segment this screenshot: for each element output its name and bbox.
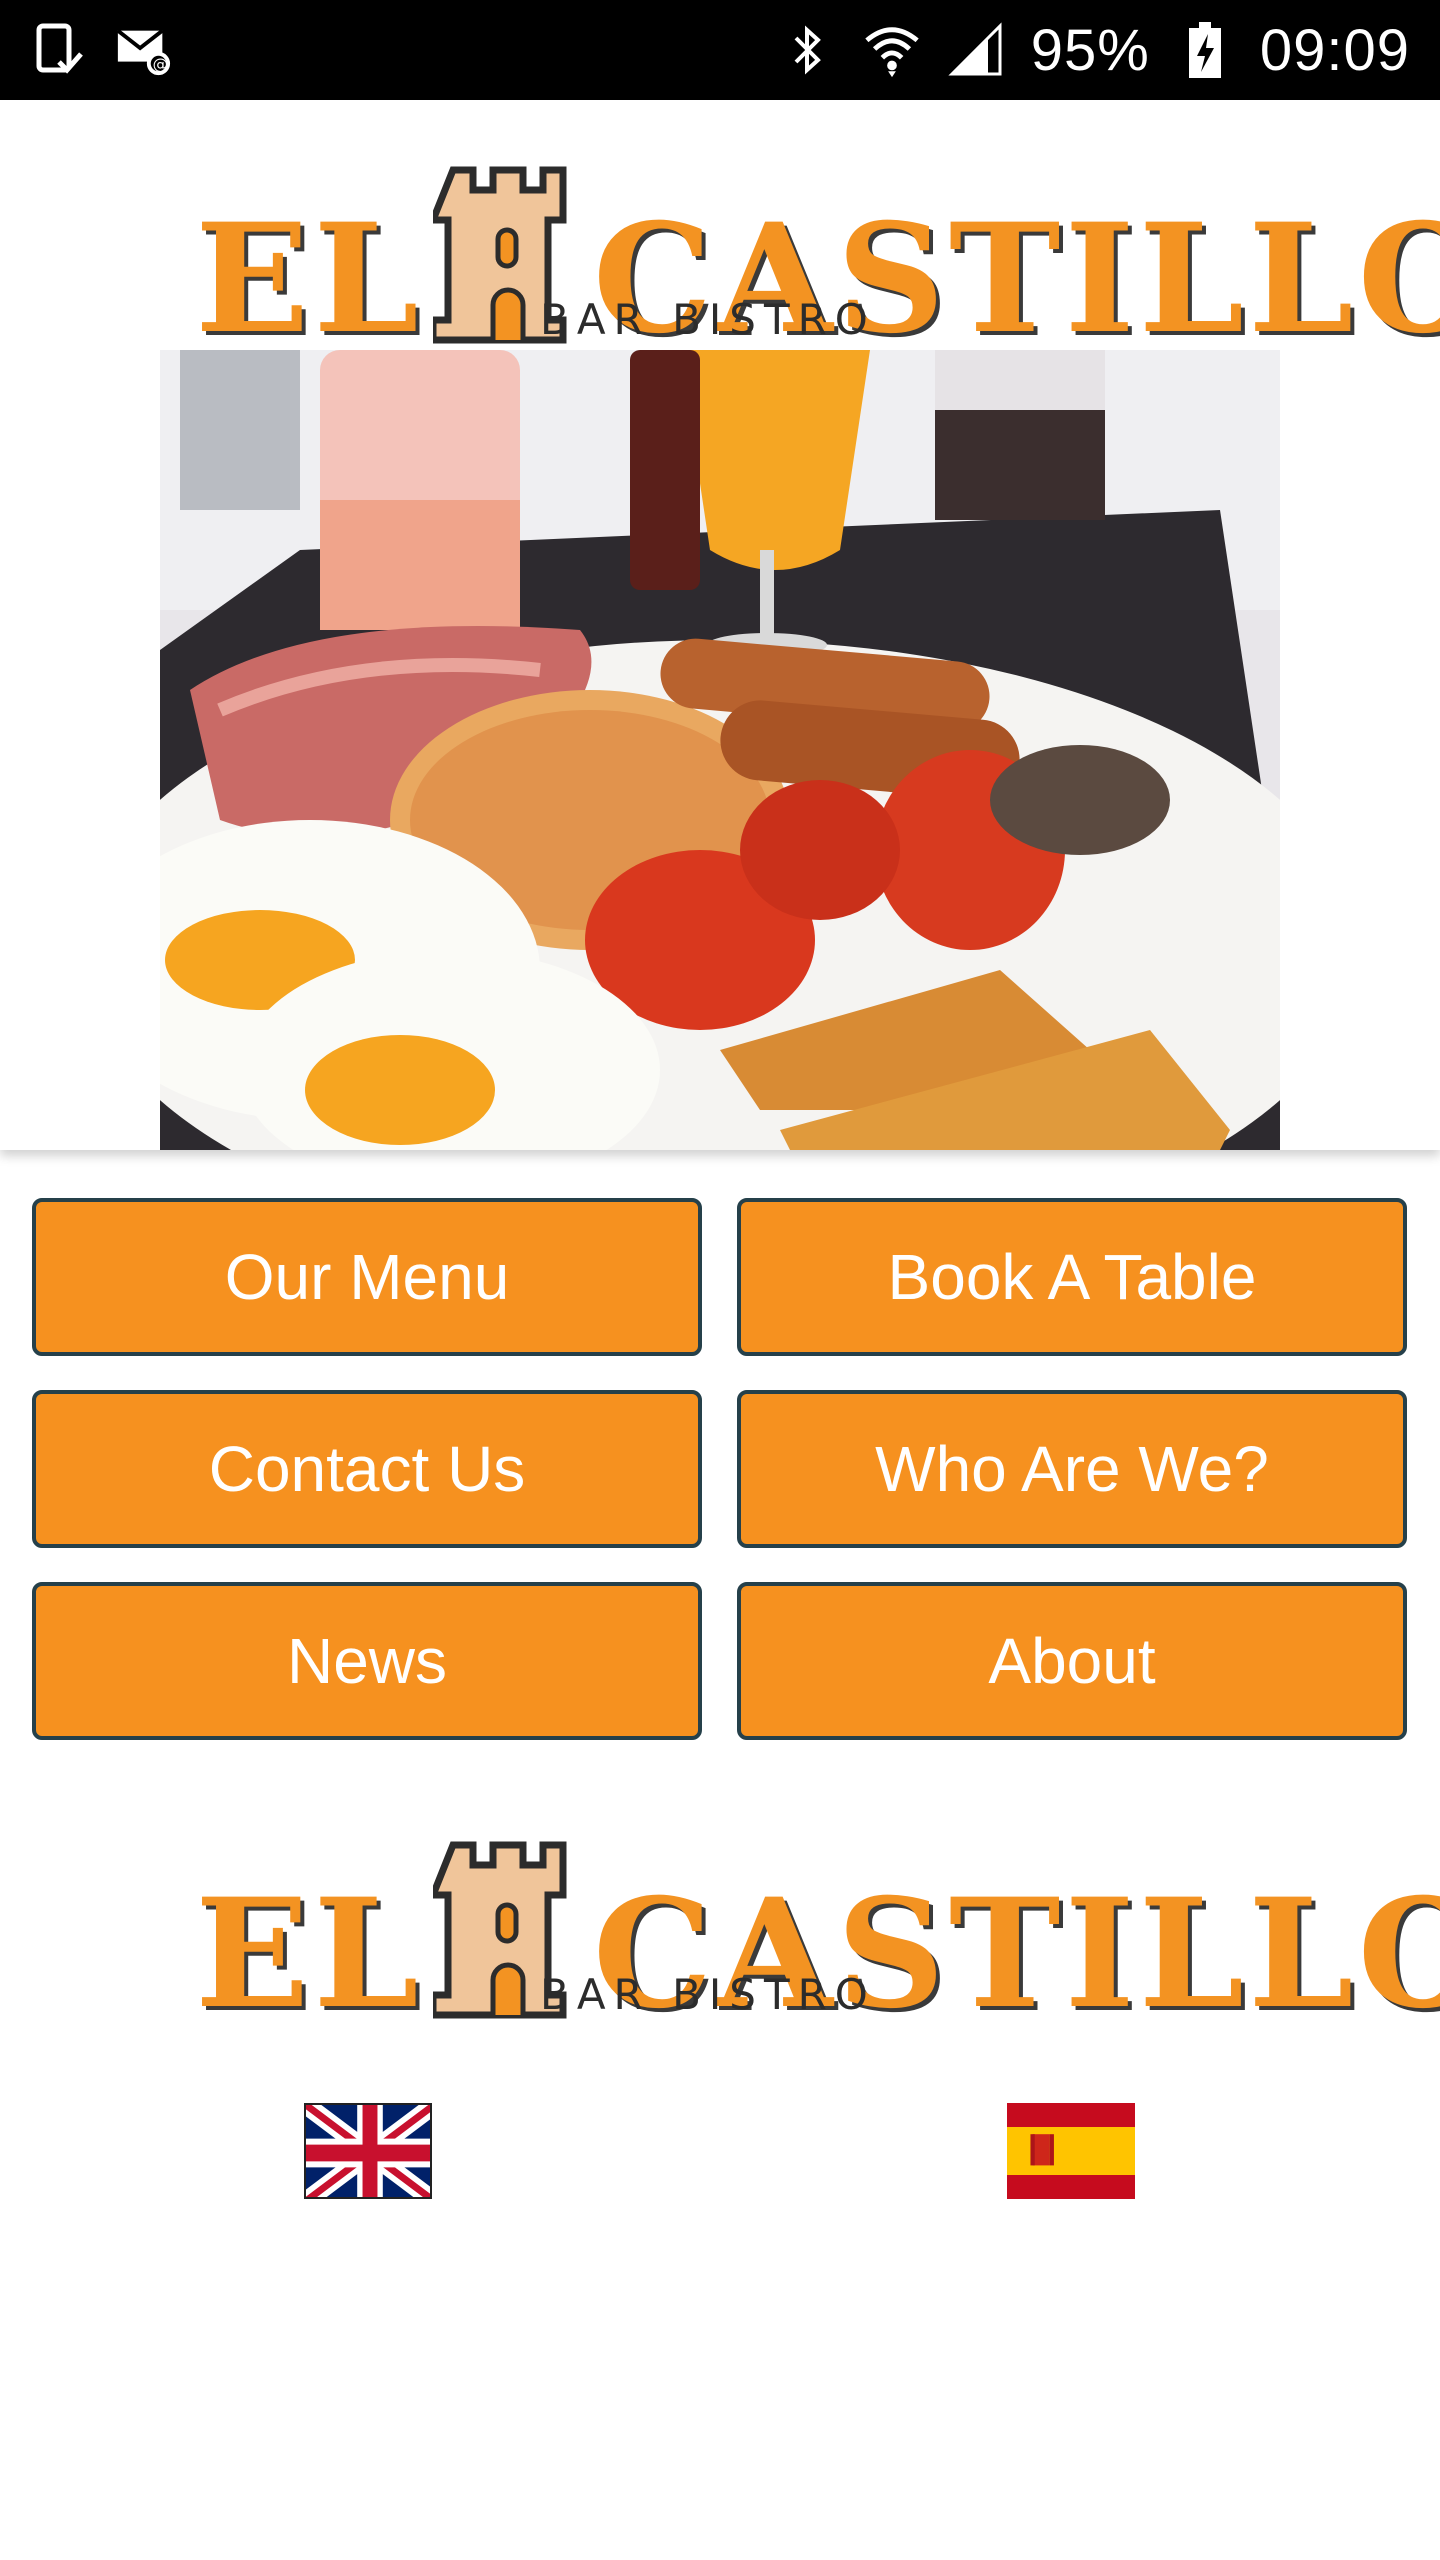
screenshot-icon bbox=[30, 21, 88, 79]
signal-icon bbox=[947, 21, 1005, 79]
battery-icon bbox=[1176, 21, 1234, 79]
who-are-we-button[interactable]: Who Are We? bbox=[737, 1390, 1407, 1548]
contact-us-label: Contact Us bbox=[208, 1433, 526, 1505]
svg-text:@: @ bbox=[153, 55, 168, 73]
status-bar: @ 95% 09:09 bbox=[0, 0, 1440, 100]
who-are-we-label: Who Are We? bbox=[875, 1433, 1269, 1505]
logo: EL CASTILLO BAR BISTRO bbox=[195, 100, 1440, 354]
book-table-label: Book A Table bbox=[887, 1241, 1257, 1313]
header: EL CASTILLO BAR BISTRO bbox=[0, 100, 1440, 1150]
book-table-button[interactable]: Book A Table bbox=[737, 1198, 1407, 1356]
hero-image bbox=[160, 350, 1280, 1150]
logo-text-el: EL bbox=[195, 191, 423, 367]
wifi-icon bbox=[863, 21, 921, 79]
our-menu-label: Our Menu bbox=[224, 1241, 510, 1313]
news-label: News bbox=[286, 1625, 448, 1697]
battery-percent: 95% bbox=[1030, 17, 1150, 83]
news-button[interactable]: News bbox=[32, 1582, 702, 1740]
footer-logo-subtitle: BAR BISTRO bbox=[540, 1970, 876, 2019]
our-menu-button[interactable]: Our Menu bbox=[32, 1198, 702, 1356]
spain-flag-icon[interactable] bbox=[1007, 2103, 1135, 2199]
bluetooth-icon bbox=[779, 21, 837, 79]
about-button[interactable]: About bbox=[737, 1582, 1407, 1740]
clock: 09:09 bbox=[1259, 17, 1410, 83]
logo-subtitle: BAR BISTRO bbox=[540, 295, 876, 344]
email-icon: @ bbox=[114, 21, 172, 79]
footer-logo: EL CASTILLO BAR BISTRO bbox=[195, 1775, 1440, 2029]
about-label: About bbox=[988, 1625, 1156, 1697]
footer-logo-text-el: EL bbox=[195, 1866, 423, 2042]
contact-us-button[interactable]: Contact Us bbox=[32, 1390, 702, 1548]
uk-flag-icon[interactable] bbox=[304, 2103, 432, 2199]
